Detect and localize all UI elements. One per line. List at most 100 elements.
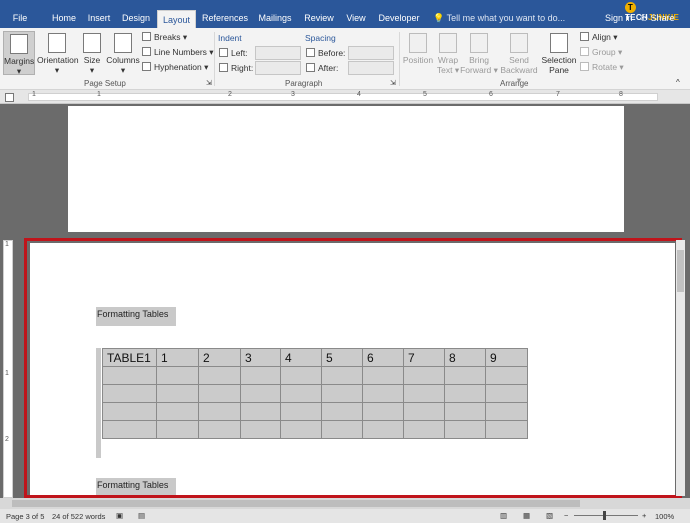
vertical-ruler[interactable]: [3, 240, 13, 498]
table-cell[interactable]: [321, 366, 363, 385]
table-cell[interactable]: 7: [403, 348, 445, 367]
document-page-current[interactable]: Formatting Tables TABLE1 1 2 3 4 5 6 7 8 9 Format…: [30, 243, 675, 495]
align-button[interactable]: Align ▾: [580, 32, 618, 43]
table-cell[interactable]: [403, 420, 445, 439]
table-cell[interactable]: [444, 420, 486, 439]
tab-mailings[interactable]: Mailings: [253, 9, 297, 28]
table-cell[interactable]: 9: [485, 348, 528, 367]
table-cell[interactable]: [280, 420, 322, 439]
table-row[interactable]: [102, 402, 528, 421]
table-cell[interactable]: [156, 402, 199, 421]
collapse-ribbon-icon[interactable]: ^: [676, 78, 680, 87]
table-cell[interactable]: [444, 384, 486, 403]
web-layout-icon[interactable]: ▧: [546, 511, 553, 520]
columns-button[interactable]: Columns ▾: [106, 31, 140, 75]
hyphenation-button[interactable]: Hyphenation ▾: [142, 62, 208, 73]
table-cell[interactable]: [102, 402, 157, 421]
table-cell[interactable]: 3: [240, 348, 281, 367]
horizontal-ruler[interactable]: [28, 93, 658, 101]
print-layout-icon[interactable]: ▦: [523, 511, 530, 520]
zoom-slider-thumb[interactable]: [603, 511, 606, 520]
table-cell[interactable]: [102, 420, 157, 439]
tab-home[interactable]: Home: [46, 9, 82, 28]
size-button[interactable]: Size ▾: [80, 31, 104, 75]
zoom-level[interactable]: 100%: [655, 512, 674, 521]
spacing-before-field[interactable]: [348, 46, 394, 60]
table-cell[interactable]: [321, 384, 363, 403]
tab-selector[interactable]: [5, 93, 14, 102]
table-caption-bottom[interactable]: Formatting Tables: [96, 478, 176, 495]
table-cell[interactable]: [362, 420, 404, 439]
table-cell[interactable]: [321, 402, 363, 421]
selection-pane-button[interactable]: Selection Pane: [540, 31, 578, 75]
table-cell[interactable]: [240, 366, 281, 385]
table-cell[interactable]: [403, 366, 445, 385]
wrap-text-button[interactable]: Wrap Text ▾: [434, 31, 462, 75]
table-cell[interactable]: 6: [362, 348, 404, 367]
tab-references[interactable]: References: [200, 9, 250, 28]
table-cell[interactable]: [240, 384, 281, 403]
zoom-in-icon[interactable]: +: [642, 511, 646, 520]
table-cell[interactable]: 2: [198, 348, 241, 367]
table-cell[interactable]: 8: [444, 348, 486, 367]
table-cell[interactable]: [321, 420, 363, 439]
share-button[interactable]: ⚇ Share: [640, 9, 675, 28]
page-count[interactable]: Page 3 of 5: [6, 512, 44, 521]
table-row[interactable]: [102, 420, 528, 439]
read-mode-icon[interactable]: ▥: [500, 511, 507, 520]
tab-insert[interactable]: Insert: [86, 9, 112, 28]
table-cell[interactable]: [362, 384, 404, 403]
table-header-row[interactable]: TABLE1 1 2 3 4 5 6 7 8 9: [102, 348, 528, 367]
table-cell[interactable]: [444, 366, 486, 385]
spacing-after-field[interactable]: [348, 61, 394, 75]
table-cell[interactable]: [362, 402, 404, 421]
margins-button[interactable]: Margins ▾: [3, 31, 35, 76]
send-backward-button[interactable]: SendBackward ▾: [498, 31, 540, 85]
table-cell[interactable]: [485, 402, 528, 421]
horizontal-scroll-thumb[interactable]: [12, 500, 580, 507]
page-setup-launcher-icon[interactable]: ⇲: [206, 79, 212, 87]
tell-me-box[interactable]: 💡 Tell me what you want to do...: [433, 9, 565, 28]
group-button[interactable]: Group ▾: [580, 47, 622, 58]
indent-left-field[interactable]: [255, 46, 301, 60]
table-cell[interactable]: [485, 366, 528, 385]
table-cell[interactable]: [362, 366, 404, 385]
table-cell[interactable]: [198, 384, 241, 403]
table-cell[interactable]: [198, 402, 241, 421]
document-page-previous[interactable]: [68, 106, 624, 232]
table-row[interactable]: [102, 366, 528, 385]
table-cell[interactable]: [444, 402, 486, 421]
table-cell[interactable]: [198, 420, 241, 439]
rotate-button[interactable]: Rotate ▾: [580, 62, 624, 73]
tab-review[interactable]: Review: [301, 9, 337, 28]
table-cell[interactable]: [280, 384, 322, 403]
table-cell[interactable]: [240, 420, 281, 439]
table-cell[interactable]: [403, 384, 445, 403]
table-row[interactable]: [102, 384, 528, 403]
table-cell[interactable]: 5: [321, 348, 363, 367]
proofing-icon[interactable]: ▣: [116, 511, 123, 520]
tab-layout[interactable]: Layout: [157, 10, 196, 28]
table-cell[interactable]: TABLE1: [102, 348, 157, 367]
tab-design[interactable]: Design: [120, 9, 152, 28]
word-count[interactable]: 24 of 522 words: [52, 512, 105, 521]
table-cell[interactable]: [156, 384, 199, 403]
position-button[interactable]: Position: [402, 31, 434, 75]
table-cell[interactable]: [102, 384, 157, 403]
zoom-out-icon[interactable]: −: [564, 511, 568, 520]
vertical-scroll-thumb[interactable]: [677, 250, 684, 292]
table-cell[interactable]: [403, 402, 445, 421]
paragraph-launcher-icon[interactable]: ⇲: [390, 79, 396, 87]
tab-file[interactable]: File: [6, 9, 34, 28]
table-cell[interactable]: [102, 366, 157, 385]
orientation-button[interactable]: Orientation ▾: [37, 31, 79, 75]
table-cell[interactable]: [156, 420, 199, 439]
sign-in-link[interactable]: Sign in: [605, 9, 633, 28]
bring-forward-button[interactable]: Bring Forward ▾: [460, 31, 498, 75]
zoom-slider[interactable]: [574, 515, 638, 516]
line-numbers-button[interactable]: Line Numbers ▾: [142, 47, 214, 58]
table-cell[interactable]: [240, 402, 281, 421]
indent-right-field[interactable]: [255, 61, 301, 75]
breaks-button[interactable]: Breaks ▾: [142, 32, 187, 43]
macro-icon[interactable]: ▤: [138, 511, 145, 520]
